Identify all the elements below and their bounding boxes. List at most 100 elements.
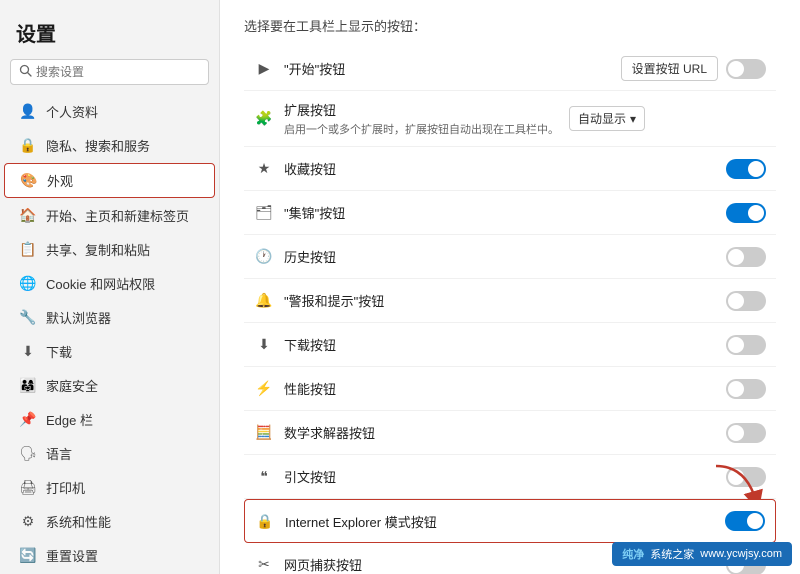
sidebar-item-default[interactable]: 🔧 默认浏览器	[4, 301, 215, 334]
nav-icon-profile: 👤	[20, 104, 36, 120]
nav-label-appearance: 外观	[47, 171, 73, 190]
watermark-url: www.ycwjsy.com	[700, 548, 782, 560]
sidebar-item-profile[interactable]: 👤 个人资料	[4, 95, 215, 128]
sidebar-item-print[interactable]: 🖨 打印机	[4, 471, 215, 504]
setting-icon-citation-btn: ❝	[254, 467, 274, 487]
watermark-logo: 纯净	[622, 546, 644, 562]
setting-control-collections-btn	[726, 203, 766, 223]
sidebar-item-edge-bar[interactable]: 📌 Edge 栏	[4, 403, 215, 436]
section-title: 选择要在工具栏上显示的按钮：	[244, 16, 776, 35]
setting-label-favorites-btn: 收藏按钮	[284, 159, 716, 178]
sidebar-item-download[interactable]: ⬇ 下载	[4, 335, 215, 368]
setting-control-ie-btn	[725, 511, 765, 531]
setting-row-download-btn: ⬇ 下载按钮	[244, 323, 776, 367]
nav-label-system: 系统和性能	[46, 512, 111, 531]
setting-row-history-btn: 🕐 历史按钮	[244, 235, 776, 279]
setting-row-extension-btn: 🧩 扩展按钮 启用一个或多个扩展时，扩展按钮自动出现在工具栏中。 自动显示 ▾	[244, 91, 776, 147]
watermark-text: 系统之家	[650, 546, 694, 562]
setting-icon-download-btn: ⬇	[254, 335, 274, 355]
setting-row-ie-btn: 🔒 Internet Explorer 模式按钮	[244, 499, 776, 543]
nav-label-edge-bar: Edge 栏	[46, 410, 93, 429]
setting-control-calculator-btn	[726, 423, 766, 443]
setting-icon-collections-btn: 🗂	[254, 203, 274, 223]
setting-icon-ie-btn: 🔒	[255, 511, 275, 531]
search-box[interactable]	[10, 59, 209, 85]
sidebar-item-privacy[interactable]: 🔒 隐私、搜索和服务	[4, 129, 215, 162]
nav-icon-languages: 🗣	[20, 446, 36, 462]
setting-label-start-btn: "开始"按钮	[284, 59, 611, 78]
sidebar-item-family[interactable]: 👨‍👩‍👧 家庭安全	[4, 369, 215, 402]
search-icon	[19, 64, 32, 80]
setting-control-favorites-btn	[726, 159, 766, 179]
dropdown-extension-btn[interactable]: 自动显示 ▾	[569, 106, 645, 131]
sidebar-title: 设置	[0, 10, 219, 59]
settings-list: ▶ "开始"按钮 设置按钮 URL 🧩 扩展按钮 启用一个或多个扩展时，扩展按钮…	[244, 47, 776, 574]
url-button[interactable]: 设置按钮 URL	[621, 56, 718, 81]
nav-icon-share: 📋	[20, 242, 36, 258]
nav-label-download: 下载	[46, 342, 72, 361]
toggle-history-btn[interactable]	[726, 247, 766, 267]
sidebar-item-share[interactable]: 📋 共享、复制和粘贴	[4, 233, 215, 266]
setting-icon-start-btn: ▶	[254, 59, 274, 79]
nav-label-cookies: Cookie 和网站权限	[46, 274, 155, 293]
nav-icon-reset: 🔄	[20, 548, 36, 564]
setting-icon-capture-btn: ✂	[254, 555, 274, 574]
nav-label-print: 打印机	[46, 478, 85, 497]
setting-row-calculator-btn: 🧮 数学求解器按钮	[244, 411, 776, 455]
nav-icon-privacy: 🔒	[20, 138, 36, 154]
setting-row-collections-btn: 🗂 "集锦"按钮	[244, 191, 776, 235]
nav-label-profile: 个人资料	[46, 102, 98, 121]
toggle-ie-btn[interactable]	[725, 511, 765, 531]
toggle-start-btn[interactable]	[726, 59, 766, 79]
toggle-calculator-btn[interactable]	[726, 423, 766, 443]
setting-label-collections-btn: "集锦"按钮	[284, 203, 716, 222]
setting-row-favorites-btn: ★ 收藏按钮	[244, 147, 776, 191]
sidebar-item-system[interactable]: ⚙ 系统和性能	[4, 505, 215, 538]
setting-control-start-btn: 设置按钮 URL	[621, 56, 766, 81]
setting-row-performance-btn: ⚡ 性能按钮	[244, 367, 776, 411]
toggle-collections-btn[interactable]	[726, 203, 766, 223]
toggle-favorites-btn[interactable]	[726, 159, 766, 179]
setting-control-citation-btn	[726, 467, 766, 487]
setting-label-ie-btn: Internet Explorer 模式按钮	[285, 512, 715, 531]
nav-label-start: 开始、主页和新建标签页	[46, 206, 189, 225]
nav-icon-system: ⚙	[20, 514, 36, 530]
setting-sublabel-extension-btn: 启用一个或多个扩展时，扩展按钮自动出现在工具栏中。	[284, 121, 559, 137]
nav-label-privacy: 隐私、搜索和服务	[46, 136, 150, 155]
setting-label-download-btn: 下载按钮	[284, 335, 716, 354]
nav-label-default: 默认浏览器	[46, 308, 111, 327]
nav-icon-download: ⬇	[20, 344, 36, 360]
setting-control-history-btn	[726, 247, 766, 267]
sidebar-item-cookies[interactable]: 🌐 Cookie 和网站权限	[4, 267, 215, 300]
setting-row-citation-btn: ❝ 引文按钮	[244, 455, 776, 499]
nav-label-family: 家庭安全	[46, 376, 98, 395]
search-input[interactable]	[36, 65, 200, 79]
toggle-alerts-btn[interactable]	[726, 291, 766, 311]
sidebar-item-appearance[interactable]: 🎨 外观	[4, 163, 215, 198]
setting-label-citation-btn: 引文按钮	[284, 467, 716, 486]
nav-icon-appearance: 🎨	[21, 173, 37, 189]
setting-row-alerts-btn: 🔔 "警报和提示"按钮	[244, 279, 776, 323]
setting-icon-favorites-btn: ★	[254, 159, 274, 179]
sidebar-item-languages[interactable]: 🗣 语言	[4, 437, 215, 470]
toggle-citation-btn[interactable]	[726, 467, 766, 487]
toggle-download-btn[interactable]	[726, 335, 766, 355]
setting-label-extension-btn: 扩展按钮	[284, 100, 559, 119]
main-content: 选择要在工具栏上显示的按钮： ▶ "开始"按钮 设置按钮 URL 🧩 扩展按钮 …	[220, 0, 800, 574]
nav-label-share: 共享、复制和粘贴	[46, 240, 150, 259]
setting-icon-extension-btn: 🧩	[254, 109, 274, 129]
setting-control-alerts-btn	[726, 291, 766, 311]
setting-row-start-btn: ▶ "开始"按钮 设置按钮 URL	[244, 47, 776, 91]
toggle-performance-btn[interactable]	[726, 379, 766, 399]
setting-control-download-btn	[726, 335, 766, 355]
chevron-down-icon: ▾	[630, 112, 636, 126]
nav-label-reset: 重置设置	[46, 546, 98, 565]
setting-label-history-btn: 历史按钮	[284, 247, 716, 266]
setting-label-wrap-extension-btn: 扩展按钮 启用一个或多个扩展时，扩展按钮自动出现在工具栏中。	[284, 100, 559, 137]
setting-label-calculator-btn: 数学求解器按钮	[284, 423, 716, 442]
setting-icon-history-btn: 🕐	[254, 247, 274, 267]
nav-icon-default: 🔧	[20, 310, 36, 326]
nav-label-languages: 语言	[46, 444, 72, 463]
sidebar-item-reset[interactable]: 🔄 重置设置	[4, 539, 215, 572]
sidebar-item-start[interactable]: 🏠 开始、主页和新建标签页	[4, 199, 215, 232]
